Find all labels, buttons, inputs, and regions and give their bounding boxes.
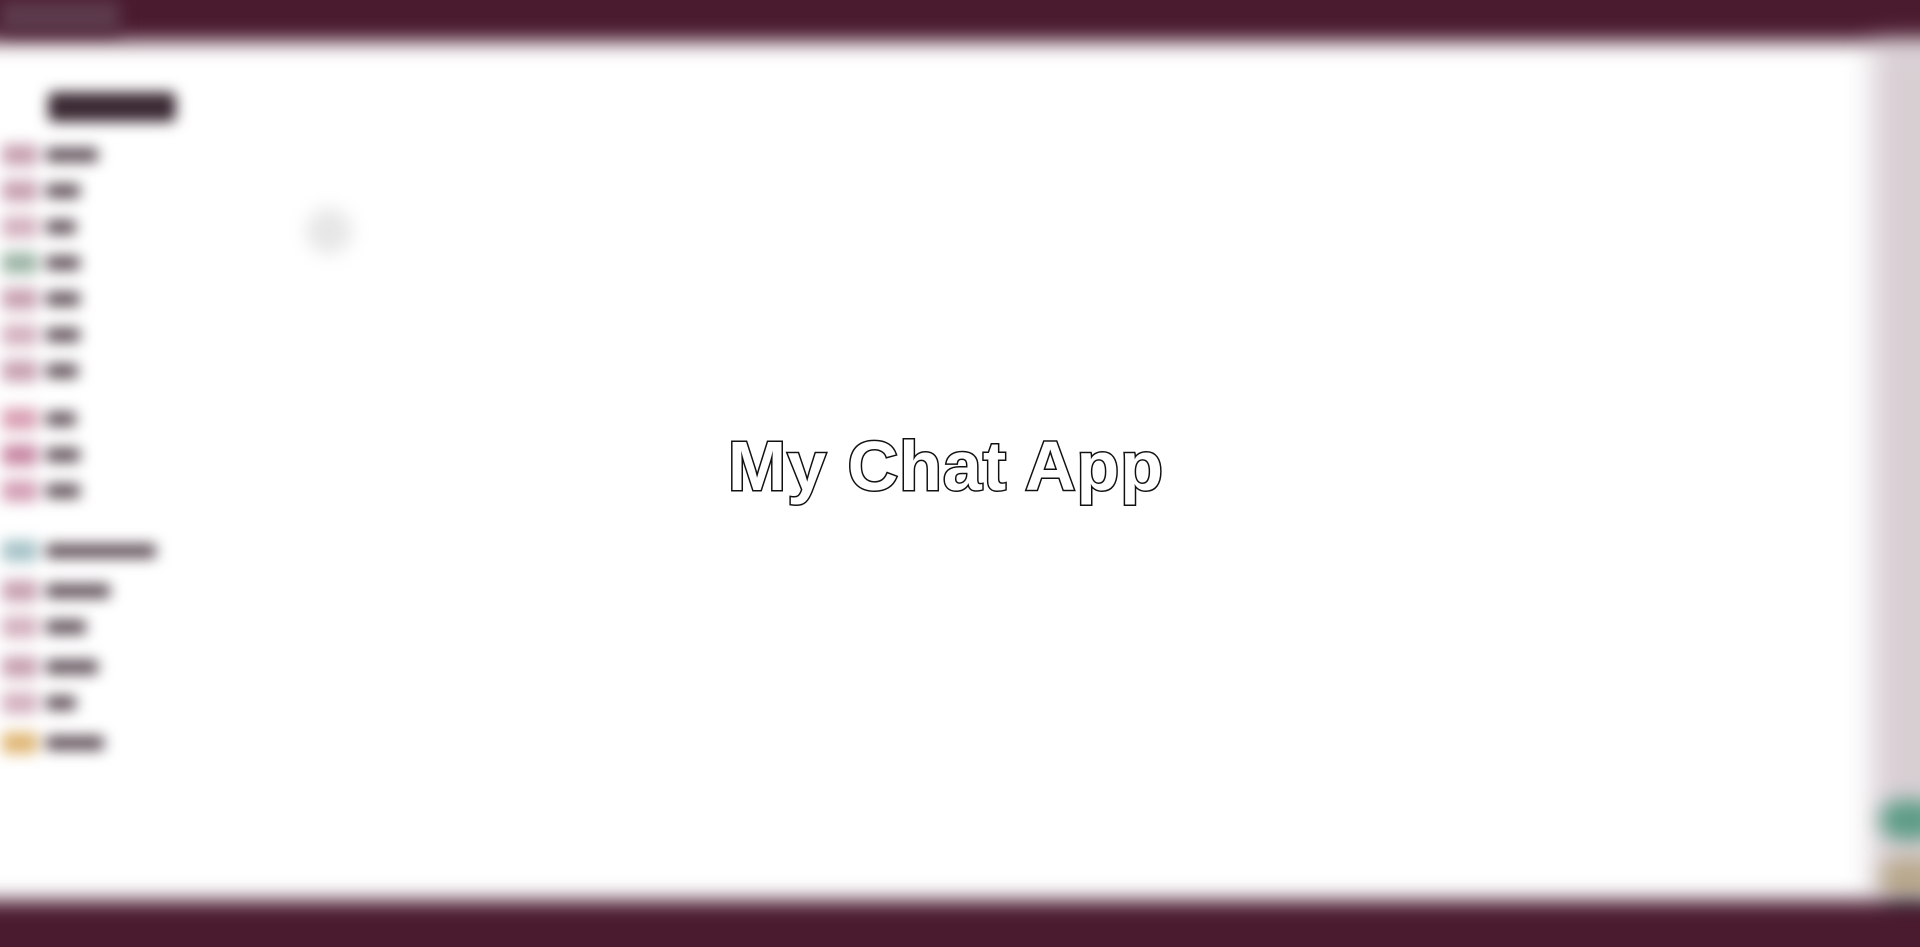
sidebar-item-label — [46, 364, 78, 378]
sidebar-item[interactable] — [0, 580, 200, 602]
sidebar-item-label — [46, 620, 86, 634]
avatar — [2, 656, 38, 678]
avatar — [2, 288, 38, 310]
avatar — [2, 324, 38, 346]
right-edge-panel — [1872, 40, 1920, 900]
sidebar-item-label — [46, 544, 156, 558]
chat-bubble-fragment — [1880, 800, 1920, 840]
sidebar-item-label — [46, 220, 76, 234]
app-title: My Chat App — [726, 426, 1165, 507]
avatar — [2, 580, 38, 602]
avatar — [2, 692, 38, 714]
avatar — [2, 252, 38, 274]
sidebar-item[interactable] — [0, 656, 200, 678]
app-window: My Chat App — [0, 0, 1920, 947]
sidebar-item[interactable] — [0, 144, 200, 166]
sidebar-item-label — [46, 696, 76, 710]
sidebar-item[interactable] — [0, 692, 200, 714]
top-bar — [0, 0, 1920, 42]
sidebar-item-label — [46, 292, 80, 306]
avatar — [2, 144, 38, 166]
sidebar-header[interactable] — [48, 92, 176, 122]
sidebar-item-label — [46, 184, 80, 198]
sidebar-item[interactable] — [0, 252, 200, 274]
sidebar-item[interactable] — [0, 216, 200, 238]
sidebar-item-label — [46, 584, 110, 598]
bottom-bar — [0, 900, 1920, 947]
sidebar-item[interactable] — [0, 180, 200, 202]
sidebar-item[interactable] — [0, 288, 200, 310]
avatar — [2, 216, 38, 238]
sidebar-item[interactable] — [0, 540, 200, 562]
avatar — [2, 540, 38, 562]
sidebar-item[interactable] — [0, 616, 200, 638]
avatar — [2, 732, 38, 754]
faint-avatar-placeholder — [306, 208, 352, 254]
sidebar-item-label — [46, 148, 98, 162]
chat-bubble-fragment — [1880, 858, 1920, 898]
top-bar-menu[interactable] — [0, 0, 120, 34]
avatar — [2, 360, 38, 382]
sidebar-item[interactable] — [0, 360, 200, 382]
avatar — [2, 616, 38, 638]
sidebar-item[interactable] — [0, 324, 200, 346]
sidebar-item-label — [46, 736, 104, 750]
sidebar-item[interactable] — [0, 732, 200, 754]
avatar — [2, 180, 38, 202]
sidebar-item-label — [46, 256, 80, 270]
sidebar-item-label — [46, 328, 80, 342]
sidebar-item-label — [46, 660, 98, 674]
